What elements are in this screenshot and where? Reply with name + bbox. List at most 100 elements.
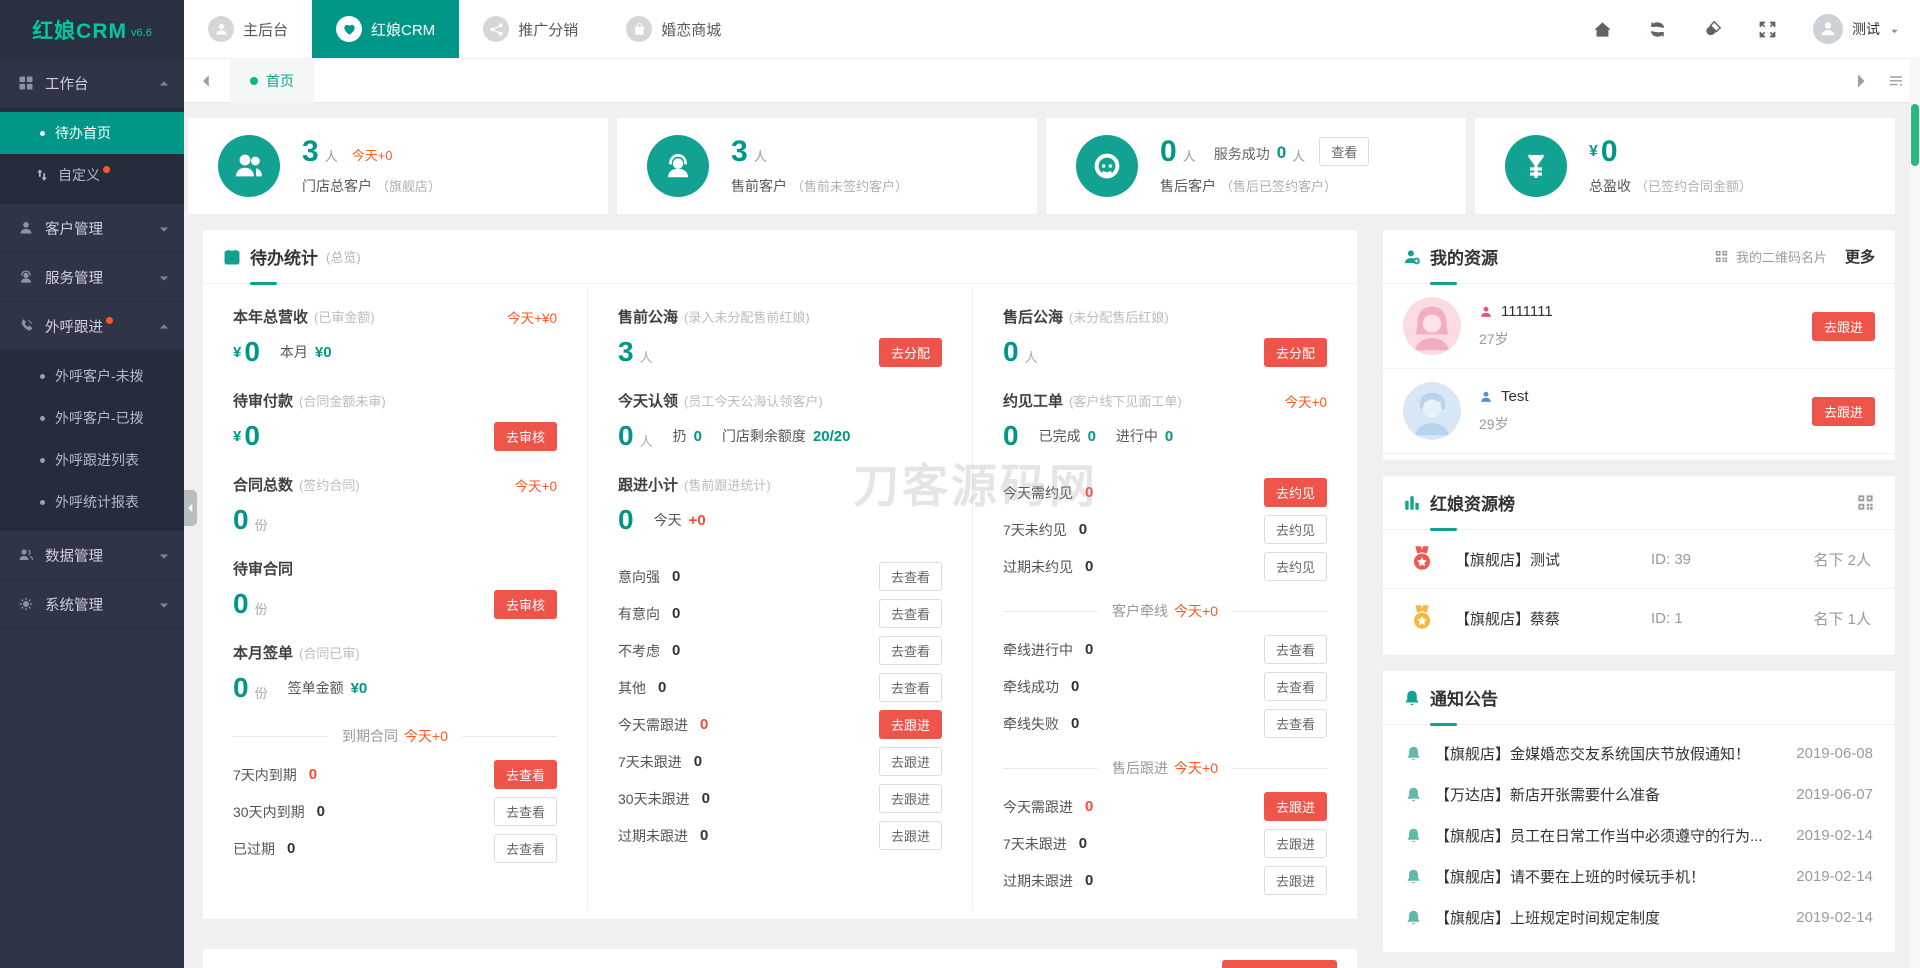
row-action-button[interactable]: 去查看 — [878, 673, 942, 702]
resource-item[interactable]: 1111111 27岁 去跟进 — [1383, 284, 1895, 369]
stat-action-button[interactable]: 去审核 — [493, 589, 557, 619]
row-action-button[interactable]: 去跟进 — [878, 747, 942, 776]
chevron-right-icon[interactable] — [1852, 73, 1868, 89]
row-action-button[interactable]: 去查看 — [878, 562, 942, 591]
scrollbar-track[interactable] — [1910, 59, 1920, 968]
stat-action-button[interactable]: 去分配 — [1263, 337, 1327, 367]
row-action-button[interactable]: 去查看 — [493, 834, 557, 863]
stat-unit: 份 — [254, 601, 268, 617]
stat-card-today: 今天+0 — [351, 148, 393, 163]
stat-note: (签约合同) — [299, 478, 360, 493]
more-link[interactable]: 更多 — [1845, 246, 1875, 267]
topnav-item[interactable]: 红娘CRM — [312, 0, 460, 58]
stat-note: (合同金额未审) — [299, 394, 386, 409]
row-action-button[interactable]: 去约见 — [1263, 515, 1327, 544]
sidebar-subitem[interactable]: 待办首页 — [0, 112, 184, 154]
notice-panel-title: 通知公告 — [1430, 690, 1498, 709]
row-label: 过期未约见 — [1003, 558, 1073, 575]
sidebar-item[interactable]: 系统管理 — [0, 580, 184, 629]
qr-card-link[interactable]: 我的二维码名片 — [1736, 247, 1827, 266]
sidebar-item[interactable]: 外呼跟进 — [0, 302, 184, 351]
title-underline — [1430, 723, 1457, 726]
top-header: 主后台 红娘CRM 推广分销 婚恋商城 测试 — [184, 0, 1920, 59]
home-icon[interactable] — [1593, 20, 1612, 39]
stat-action-button[interactable]: 去分配 — [878, 337, 942, 367]
qr-code-icon[interactable] — [1856, 493, 1875, 512]
topnav-item[interactable]: 婚恋商城 — [602, 0, 745, 58]
sidebar-item[interactable]: 客户管理 — [0, 204, 184, 253]
scrollbar-thumb[interactable] — [1911, 104, 1919, 166]
row-action-button[interactable]: 去查看 — [878, 636, 942, 665]
topnav-item[interactable]: 主后台 — [184, 0, 312, 58]
avatar — [1403, 382, 1461, 440]
qr-code-icon[interactable] — [1714, 249, 1729, 264]
extra-value: 20/20 — [812, 427, 851, 445]
todo-row: 其他 0 去查看 — [618, 669, 942, 706]
notice-text: 【旗舰店】金媒婚恋交友系统国庆节放假通知！ — [1435, 746, 1751, 763]
notice-item[interactable]: 【旗舰店】上班规定时间规定制度 2019-02-14 — [1383, 897, 1895, 938]
stat-action-button[interactable]: 去审核 — [493, 421, 557, 451]
stat-note: (员工今天公海认领客户) — [684, 394, 823, 409]
fullscreen-icon[interactable] — [1758, 20, 1777, 39]
sidebar-subitem[interactable]: 外呼客户-未拨 — [0, 355, 184, 397]
stat-card: 3 人今天+0 门店总客户 （旗舰店） — [187, 117, 609, 215]
bullet-icon — [40, 130, 45, 136]
rank-item[interactable]: 【旗舰店】测试 ID: 39 名下 2人 — [1383, 530, 1895, 589]
notice-item[interactable]: 【旗舰店】金媒婚恋交友系统国庆节放假通知！ 2019-06-08 — [1383, 733, 1895, 774]
sidebar-collapse-handle[interactable] — [184, 490, 197, 526]
row-value: 0 — [672, 605, 681, 622]
notice-text: 【旗舰店】上班规定时间规定制度 — [1435, 910, 1661, 927]
sidebar-subitem[interactable]: 外呼客户-已拨 — [0, 397, 184, 439]
sidebar-item[interactable]: 工作台 — [0, 59, 184, 108]
sidebar-item[interactable]: 服务管理 — [0, 253, 184, 302]
more-unassigned-button[interactable]: 更多售前未分配 — [1221, 960, 1337, 968]
row-action-button[interactable]: 去约见 — [1263, 552, 1327, 581]
row-action-button[interactable]: 去查看 — [1263, 672, 1327, 701]
rank-item[interactable]: 【旗舰店】蔡蔡 ID: 1 名下 1人 — [1383, 589, 1895, 647]
view-button[interactable]: 查看 — [1319, 137, 1370, 166]
bullet-icon — [40, 373, 45, 379]
refresh-icon[interactable] — [1648, 20, 1667, 39]
resources-panel-header: 我的资源 我的二维码名片 更多 — [1383, 230, 1895, 285]
tabs-scroll-left[interactable] — [184, 59, 230, 102]
notice-item[interactable]: 【旗舰店】请不要在上班的时候玩手机！ 2019-02-14 — [1383, 856, 1895, 897]
row-action-button[interactable]: 去查看 — [493, 760, 557, 789]
row-action-button[interactable]: 去跟进 — [878, 821, 942, 850]
extra-label: 已完成 — [1038, 428, 1081, 444]
task-panel-header: 我的任务（售前分配） (录入未分配售前红娘，请尽快分配开发客户) 未分配 3 人… — [203, 949, 1357, 968]
todo-row: 今天需约见 0 去约见 — [1003, 474, 1327, 511]
todo-columns: 本年总营收 (已审金额) 今天+¥0 ¥0 本月 ¥0 待审付款 (合同金额未审) ¥0 去审核合… — [203, 284, 1357, 919]
follow-up-button[interactable]: 去跟进 — [1811, 396, 1875, 426]
tab-home[interactable]: 首页 — [230, 58, 314, 103]
row-action-button[interactable]: 去约见 — [1263, 478, 1327, 507]
sidebar-subitem[interactable]: 外呼跟进列表 — [0, 439, 184, 481]
sidebar-item[interactable]: 数据管理 — [0, 531, 184, 580]
row-value: 0 — [1085, 641, 1094, 658]
row-action-button[interactable]: 去跟进 — [1263, 792, 1327, 821]
follow-up-button[interactable]: 去跟进 — [1811, 311, 1875, 341]
row-action-button[interactable]: 去查看 — [878, 599, 942, 628]
row-action-button[interactable]: 去跟进 — [878, 710, 942, 739]
notification-dot — [106, 317, 113, 324]
chevron-left-icon — [186, 503, 196, 513]
row-action-button[interactable]: 去跟进 — [878, 784, 942, 813]
stat-note: (合同已审) — [299, 646, 360, 661]
sidebar-subitem[interactable]: 自定义 — [0, 154, 184, 196]
row-action-button[interactable]: 去跟进 — [1263, 866, 1327, 895]
row-action-button[interactable]: 去跟进 — [1263, 829, 1327, 858]
row-action-button[interactable]: 去查看 — [1263, 709, 1327, 738]
tab-label: 首页 — [266, 72, 294, 89]
row-action-button[interactable]: 去查看 — [493, 797, 557, 826]
user-menu[interactable]: 测试 — [1813, 14, 1900, 44]
topnav-item[interactable]: 推广分销 — [459, 0, 602, 58]
clear-cache-icon[interactable] — [1703, 20, 1722, 39]
row-label: 今天需约见 — [1003, 484, 1073, 501]
resource-item[interactable]: Test 29岁 去跟进 — [1383, 369, 1895, 454]
notice-date: 2019-02-14 — [1796, 868, 1873, 885]
stat-card-value: 3 — [302, 134, 319, 168]
tab-menu-icon[interactable] — [1888, 73, 1904, 89]
sidebar-subitem[interactable]: 外呼统计报表 — [0, 481, 184, 523]
notice-item[interactable]: 【万达店】新店开张需要什么准备 2019-06-07 — [1383, 774, 1895, 815]
row-action-button[interactable]: 去查看 — [1263, 635, 1327, 664]
notice-item[interactable]: 【旗舰店】员工在日常工作当中必须遵守的行为... 2019-02-14 — [1383, 815, 1895, 856]
